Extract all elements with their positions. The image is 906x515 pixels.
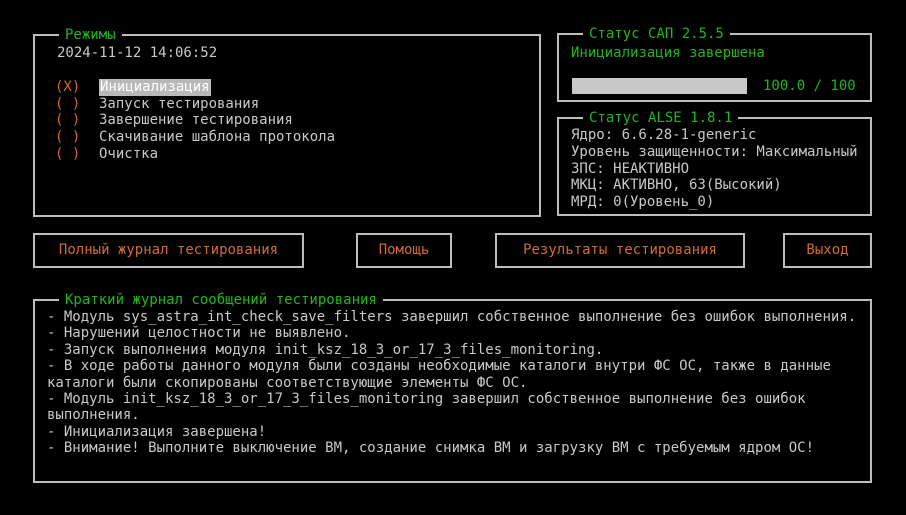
- modes-panel: Режимы 2024-11-12 14:06:52 (X) Инициализ…: [33, 26, 541, 217]
- kernel-line: Ядро: 6.6.28-1-generic: [571, 127, 757, 143]
- alse-status-lines: Ядро: 6.6.28-1-generic Уровень защищенно…: [571, 127, 858, 211]
- progress-text: 100.0 / 100: [763, 78, 856, 94]
- log-entry: - Модуль sys_astra_int_check_save_filter…: [47, 309, 857, 325]
- help-button[interactable]: Помощь: [356, 233, 452, 268]
- radio-indicator[interactable]: ( ): [55, 112, 99, 129]
- mode-label: Инициализация: [99, 79, 211, 96]
- full-log-button[interactable]: Полный журнал тестирования: [33, 233, 304, 268]
- results-button[interactable]: Результаты тестирования: [495, 233, 745, 268]
- mode-item-start-testing[interactable]: ( ) Запуск тестирования: [55, 96, 335, 113]
- progress-bar-fill: [572, 78, 747, 94]
- mode-label: Завершение тестирования: [99, 112, 293, 129]
- mode-item-initialization[interactable]: (X) Инициализация: [55, 79, 335, 96]
- mode-label: Запуск тестирования: [99, 95, 260, 112]
- short-log-title: Краткий журнал сообщений тестирования: [59, 291, 383, 309]
- short-log-panel[interactable]: Краткий журнал сообщений тестирования - …: [33, 291, 872, 483]
- mode-item-cleanup[interactable]: ( ) Очистка: [55, 146, 335, 163]
- sap-state-text: Инициализация завершена: [571, 45, 765, 61]
- log-entry: - Инициализация завершена!: [47, 423, 267, 440]
- alse-status-panel: Статус ALSE 1.8.1 Ядро: 6.6.28-1-generic…: [557, 109, 872, 216]
- log-entry: - Запуск выполнения модуля init_ksz_18_3…: [47, 341, 604, 358]
- radio-indicator[interactable]: (X): [55, 79, 99, 96]
- mode-list: (X) Инициализация ( ) Запуск тестировани…: [55, 79, 335, 162]
- log-entry: - Внимание! Выполните выключение ВМ, соз…: [47, 440, 815, 457]
- zps-line: ЗПС: НЕАКТИВНО: [571, 160, 690, 177]
- sap-status-title: Статус САП 2.5.5: [583, 25, 730, 43]
- exit-button[interactable]: Выход: [783, 233, 872, 268]
- security-level-line: Уровень защищенности: Максимальный: [571, 143, 858, 160]
- log-entry: - Модуль init_ksz_18_3_or_17_3_files_mon…: [47, 391, 806, 424]
- mkc-line: МКЦ: АКТИВНО, 63(Высокий): [571, 177, 782, 194]
- radio-indicator[interactable]: ( ): [55, 146, 99, 163]
- datetime: 2024-11-12 14:06:52: [57, 45, 218, 61]
- log-entry: - Нарушений целостности не выявлено.: [47, 325, 351, 342]
- alse-status-title: Статус ALSE 1.8.1: [583, 109, 739, 127]
- mode-label: Очистка: [99, 145, 159, 162]
- log-entries: - Модуль sys_astra_int_check_save_filter…: [47, 309, 862, 457]
- progress-bar: [572, 78, 747, 94]
- radio-indicator[interactable]: ( ): [55, 96, 99, 113]
- radio-indicator[interactable]: ( ): [55, 129, 99, 146]
- mode-item-download-template[interactable]: ( ) Скачивание шаблона протокола: [55, 129, 335, 146]
- mode-item-finish-testing[interactable]: ( ) Завершение тестирования: [55, 112, 335, 129]
- modes-panel-title: Режимы: [59, 26, 122, 44]
- sap-status-panel: Статус САП 2.5.5 Инициализация завершена…: [557, 25, 872, 102]
- mrd-line: МРД: 0(Уровень_0): [571, 194, 715, 211]
- log-entry: - В ходе работы данного модуля были созд…: [47, 358, 831, 391]
- mode-label: Скачивание шаблона протокола: [99, 129, 336, 146]
